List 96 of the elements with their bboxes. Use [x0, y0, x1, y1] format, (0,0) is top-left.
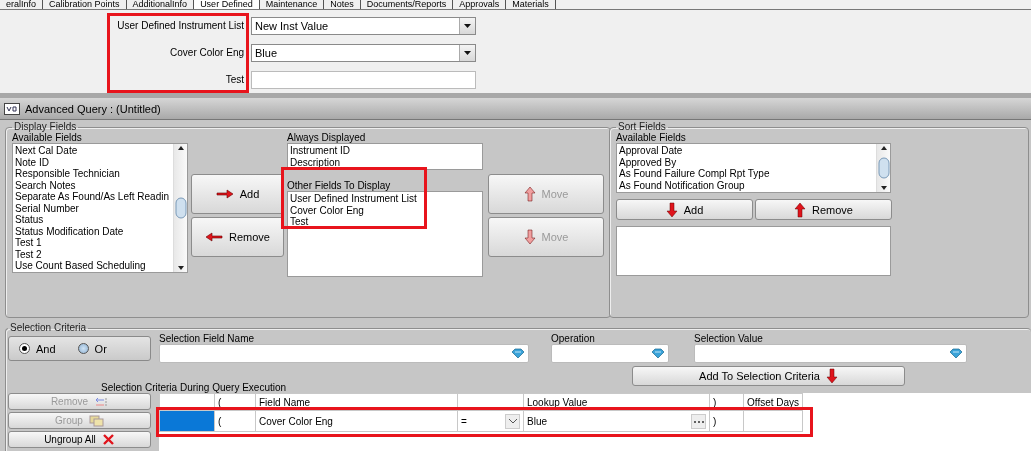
- list-label: Available Fields: [616, 132, 687, 143]
- tab[interactable]: User Defined: [194, 0, 260, 9]
- field-label: User Defined Instrument List: [116, 20, 244, 31]
- ellipsis-button[interactable]: [691, 413, 706, 429]
- ungroup-button[interactable]: Ungroup All: [8, 431, 151, 448]
- list-item[interactable]: Test 1: [15, 237, 42, 249]
- dropdown-field[interactable]: [159, 344, 529, 363]
- window-title: Advanced Query : (Untitled): [25, 102, 161, 115]
- column-header: Field Name: [255, 393, 458, 411]
- field-label: Selection Field Name: [159, 333, 256, 344]
- dropdown-field[interactable]: [694, 344, 967, 363]
- remove-button[interactable]: Remove: [191, 217, 284, 257]
- down-arrow-icon: [523, 229, 536, 245]
- list-item[interactable]: Test 2: [15, 248, 42, 260]
- list-item[interactable]: Approved By: [619, 156, 677, 168]
- field-label: Operation: [551, 333, 596, 344]
- chevron-icon: [507, 417, 518, 425]
- field-label: Cover Color Eng: [169, 47, 244, 58]
- up-arrow-icon: [523, 186, 536, 202]
- table-cell: Cover Color Eng: [255, 410, 458, 432]
- scroll-down-icon: [176, 264, 185, 272]
- field-label: Test: [224, 74, 244, 85]
- right-arrow-icon: [215, 187, 234, 201]
- add-button[interactable]: Add: [616, 199, 753, 220]
- arrows-icon: [94, 395, 109, 408]
- tab[interactable]: Notes: [324, 0, 361, 9]
- list-item[interactable]: Test: [290, 216, 309, 228]
- list-item[interactable]: Separate As Found/As Left Readin: [15, 191, 169, 203]
- group-title: Sort Fields: [617, 122, 667, 132]
- dropdown-arrow-icon: [511, 348, 525, 359]
- group-title: Selection Criteria: [9, 323, 88, 333]
- tab[interactable]: Calibration Points: [43, 0, 127, 9]
- list-item[interactable]: Instrument ID: [290, 145, 351, 157]
- list-item[interactable]: Status: [15, 214, 44, 226]
- field-label: Selection Value: [694, 333, 764, 344]
- list-item[interactable]: Search Notes: [15, 179, 76, 191]
- row-selector[interactable]: [159, 410, 215, 432]
- scrollbar[interactable]: [876, 144, 890, 192]
- scroll-down-icon: [879, 184, 888, 192]
- scroll-thumb-icon: [174, 197, 187, 219]
- input-field[interactable]: [251, 70, 476, 89]
- tab[interactable]: Documents/Reports: [360, 0, 454, 9]
- scroll-thumb-icon: [877, 157, 890, 179]
- dropdown-field[interactable]: New Inst Value: [251, 16, 476, 35]
- list-item[interactable]: Approval Date: [619, 145, 683, 157]
- list-item[interactable]: Status Modification Date: [15, 225, 124, 237]
- folders-icon: [88, 414, 104, 427]
- list-item[interactable]: Cover Color Eng: [290, 204, 364, 216]
- list-box[interactable]: Approval Date Approved By As Found Failure Compl Rpt Type As Found Notification Group: [616, 143, 891, 193]
- list-item[interactable]: Note ID: [15, 156, 49, 168]
- group-title: Display Fields: [14, 122, 77, 132]
- left-arrow-icon: [205, 230, 223, 244]
- up-arrow-icon: [794, 201, 806, 218]
- tab[interactable]: Maintenance: [259, 0, 325, 9]
- dropdown-field[interactable]: Blue: [251, 43, 476, 62]
- table-cell: ): [709, 410, 744, 432]
- operator-dropdown[interactable]: =: [457, 410, 524, 432]
- list-item[interactable]: Serial Number: [15, 202, 79, 214]
- caret-icon: [463, 21, 472, 30]
- column-header: Offset Days: [743, 393, 803, 411]
- list-item[interactable]: As Found Failure Compl Rpt Type: [619, 168, 770, 180]
- table-cell: (: [214, 410, 256, 432]
- radio-button[interactable]: Or: [77, 342, 107, 355]
- section-label: Selection Criteria During Query Execution: [100, 383, 288, 393]
- dropdown-arrow-icon: [651, 348, 665, 359]
- list-item[interactable]: Responsible Technician: [15, 168, 120, 180]
- down-arrow-icon: [825, 368, 838, 384]
- radio-button[interactable]: And: [19, 342, 56, 355]
- dropdown-field[interactable]: [551, 344, 669, 363]
- scroll-up-icon: [879, 144, 888, 152]
- tab[interactable]: Materials: [506, 0, 556, 9]
- add-to-criteria-button[interactable]: Add To Selection Criteria: [632, 366, 905, 386]
- list-item[interactable]: Use Count Based Scheduling: [15, 260, 146, 272]
- list-label: Other Fields To Display: [287, 180, 392, 191]
- list-item[interactable]: Description: [290, 156, 341, 168]
- app-icon: [4, 102, 20, 115]
- list-box[interactable]: User Defined Instrument List Cover Color Eng Test: [287, 191, 483, 277]
- caret-icon: [463, 48, 472, 57]
- list-box[interactable]: [616, 226, 891, 276]
- remove-button[interactable]: Remove: [755, 199, 892, 220]
- x-icon: [101, 433, 115, 446]
- scroll-up-icon: [176, 144, 185, 152]
- table-cell: Blue: [523, 410, 710, 432]
- tab[interactable]: eralInfo: [0, 0, 44, 9]
- column-header: Lookup Value: [523, 393, 710, 411]
- list-label: Available Fields: [12, 132, 83, 143]
- dropdown-arrow-icon: [949, 348, 963, 359]
- list-item[interactable]: User Defined Instrument List: [290, 193, 417, 205]
- list-item[interactable]: As Found Notification Group: [619, 179, 745, 191]
- list-label: Always Displayed: [287, 132, 367, 143]
- tab[interactable]: Approvals: [453, 0, 507, 9]
- list-box[interactable]: Next Cal Date Note ID Responsible Technician Search Notes Separate As Found/As Left Readin Serial Number Status Status Modification Date Test 1 Test 2 Use Count Based Scheduling: [12, 143, 188, 273]
- scrollbar[interactable]: [173, 144, 187, 272]
- down-arrow-icon: [665, 201, 678, 218]
- list-item[interactable]: Next Cal Date: [15, 145, 78, 157]
- add-button[interactable]: Add: [191, 174, 284, 214]
